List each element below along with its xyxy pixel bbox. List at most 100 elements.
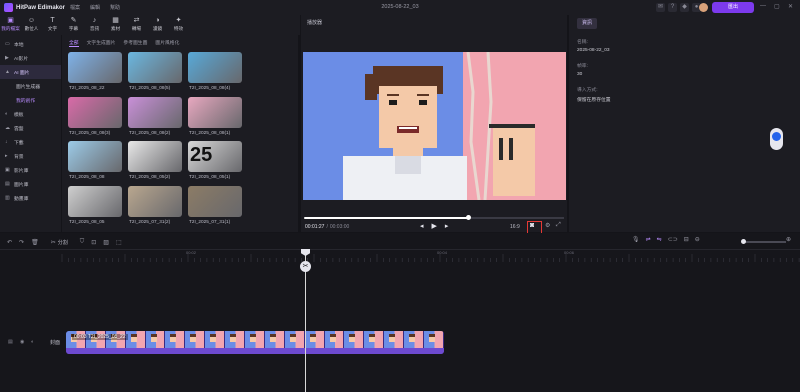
tool-label: 字幕 xyxy=(68,26,79,31)
tool-filter[interactable]: ◑ 濾鏡 xyxy=(147,15,168,35)
sidebar-label: 雲盤 xyxy=(14,126,24,132)
tab-info[interactable]: 資訊 xyxy=(577,18,597,29)
sidebar-item-ai-image[interactable]: ▲ AI 圖片 xyxy=(0,65,61,79)
fullscreen-icon[interactable]: ⤢ xyxy=(556,222,561,229)
background-icon: ▸ xyxy=(5,153,8,159)
split-icon[interactable]: ✂ xyxy=(51,239,56,246)
shield-icon[interactable]: ⛉ xyxy=(80,239,85,246)
zoom-slider[interactable] xyxy=(744,241,786,243)
media-caption: T2I_2025_07_31(2) xyxy=(129,219,171,224)
track-cover-label[interactable]: 封面 xyxy=(50,339,60,346)
frame-figure xyxy=(190,334,197,342)
sidebar-item-cloud[interactable]: ☁ 雲盤 xyxy=(0,121,61,135)
media-thumbnail[interactable] xyxy=(68,52,122,83)
tool-effect[interactable]: ✦ 特效 xyxy=(168,15,189,35)
clip-frame xyxy=(344,331,365,348)
clip-frame xyxy=(245,331,265,348)
zoom-out-icon[interactable]: ⊖ xyxy=(695,236,700,243)
tool-audio[interactable]: ♪ 音訊 xyxy=(84,15,105,35)
step-forward-icon[interactable]: ▸ xyxy=(445,222,449,230)
mail-icon[interactable]: ✉ xyxy=(656,3,665,12)
aspect-ratio[interactable]: 16:9 xyxy=(510,224,520,230)
media-thumbnail[interactable] xyxy=(128,186,182,217)
tool-digital-human[interactable]: ☺ 數位人 xyxy=(21,15,42,35)
maximize-icon[interactable]: ▢ xyxy=(774,3,780,10)
pixel-art-portrait xyxy=(303,52,566,200)
quality-icon[interactable]: ⚙ xyxy=(545,222,550,229)
sidebar-item-template[interactable]: ◐ 模板 xyxy=(0,107,61,121)
menu-file[interactable]: 檔案 xyxy=(70,4,80,11)
export-button[interactable]: 匯出 xyxy=(712,2,754,13)
tool-label: 音訊 xyxy=(89,26,100,31)
tab-image-stylize[interactable]: 圖片風格化 xyxy=(155,39,179,47)
sidebar-label: 圖片生成器 xyxy=(16,84,40,90)
tool-text[interactable]: T 文字 xyxy=(42,15,63,35)
sidebar-item-background[interactable]: ▸ 背景 xyxy=(0,149,61,163)
menu-edit[interactable]: 編輯 xyxy=(90,4,100,11)
tab-text-to-image[interactable]: 文字生成圖片 xyxy=(87,39,116,47)
media-sidebar: ▭ 本地 ▶ AI影片 ▲ AI 圖片 圖片生成器 我的創作 ◐ 模板 ☁ 雲盤 ↓ 下載 … xyxy=(0,35,61,232)
avatar[interactable] xyxy=(699,3,708,12)
tool-subtitle[interactable]: ✎ 字幕 xyxy=(63,15,84,35)
menu-help[interactable]: 幫助 xyxy=(110,4,120,11)
track-visibility-icon[interactable]: ◉ xyxy=(20,339,24,345)
zoom-handle[interactable] xyxy=(741,239,746,244)
track-mute-icon[interactable]: ◐ xyxy=(31,339,34,345)
media-thumbnail[interactable] xyxy=(128,97,182,128)
delete-icon[interactable]: 🗑 xyxy=(31,239,39,246)
fit-icon[interactable]: ⊟ xyxy=(684,236,689,243)
media-thumbnail[interactable] xyxy=(68,97,122,128)
sidebar-item-download[interactable]: ↓ 下載 xyxy=(0,135,61,149)
undo-icon[interactable]: ↶ xyxy=(7,239,12,246)
play-icon[interactable]: ▶ xyxy=(432,222,437,230)
thumbnail-overlay-text: 25 xyxy=(190,144,213,166)
split-label[interactable]: 分割 xyxy=(58,239,68,246)
magnet-icon[interactable]: ⇌ xyxy=(646,236,651,243)
minimize-icon[interactable]: — xyxy=(760,3,766,9)
editor-window: HitPaw Edimakor 檔案 編輯 幫助 2025-08-22_03 ✉… xyxy=(0,0,800,392)
image-icon[interactable]: ▨ xyxy=(103,239,109,246)
microphone-icon[interactable]: 🎙 xyxy=(632,236,640,243)
replace-icon[interactable]: ⬚ xyxy=(116,239,122,246)
floating-assistant[interactable] xyxy=(770,128,783,150)
zoom-in-icon[interactable]: ⊕ xyxy=(786,236,791,243)
diamond-icon[interactable]: ◆ xyxy=(680,3,689,12)
sidebar-item-video-library[interactable]: ▣ 影片庫 xyxy=(0,163,61,177)
media-thumbnail[interactable] xyxy=(68,186,122,217)
media-thumbnail[interactable] xyxy=(68,141,122,172)
time-current: 00:01:27 xyxy=(305,224,325,230)
tab-all[interactable]: 全部 xyxy=(69,39,79,47)
sidebar-item-image-library[interactable]: ▤ 圖片庫 xyxy=(0,177,61,191)
frame-figure xyxy=(409,334,416,342)
sidebar-item-ai-video[interactable]: ▶ AI影片 xyxy=(0,51,61,65)
tool-material[interactable]: ▦ 素材 xyxy=(105,15,126,35)
timeline-clip[interactable]: 00:03 T2I_2025_08_22 xyxy=(66,331,444,354)
chain-icon[interactable]: ⊂⊃ xyxy=(668,236,678,243)
tool-transition[interactable]: ⇄ 轉場 xyxy=(126,15,147,35)
sidebar-item-image-generator[interactable]: 圖片生成器 xyxy=(0,79,61,93)
tool-my-files[interactable]: ▣ 我的檔案 xyxy=(0,15,21,35)
media-thumbnail[interactable] xyxy=(188,52,242,83)
media-thumbnail[interactable] xyxy=(128,52,182,83)
folder-icon: ▣ xyxy=(7,17,14,24)
redo-icon[interactable]: ↷ xyxy=(19,239,24,246)
link-icon[interactable]: ⇋ xyxy=(657,236,662,243)
clip-frame xyxy=(145,331,166,348)
media-thumbnail[interactable] xyxy=(128,141,182,172)
audio-icon: ♪ xyxy=(92,17,97,24)
step-back-icon[interactable]: ◂ xyxy=(420,222,424,230)
sidebar-item-local[interactable]: ▭ 本地 xyxy=(0,37,61,51)
clip-frame xyxy=(404,331,425,348)
track-lock-icon[interactable]: ▤ xyxy=(8,339,13,345)
sidebar-item-my-creations[interactable]: 我的創作 xyxy=(0,93,61,107)
scissors-icon[interactable]: ✂ xyxy=(300,261,311,272)
sidebar-item-animation-library[interactable]: ▥ 動畫庫 xyxy=(0,191,61,205)
media-thumbnail[interactable] xyxy=(188,186,242,217)
close-icon[interactable]: ✕ xyxy=(788,3,793,10)
progress-handle[interactable] xyxy=(466,215,471,220)
help-icon[interactable]: ? xyxy=(668,3,677,12)
media-thumbnail[interactable] xyxy=(188,97,242,128)
tab-reference-image[interactable]: 參考圖生圖 xyxy=(123,39,147,47)
media-thumbnail[interactable]: 25 xyxy=(188,141,242,172)
text-box-icon[interactable]: ⊡ xyxy=(91,239,96,246)
